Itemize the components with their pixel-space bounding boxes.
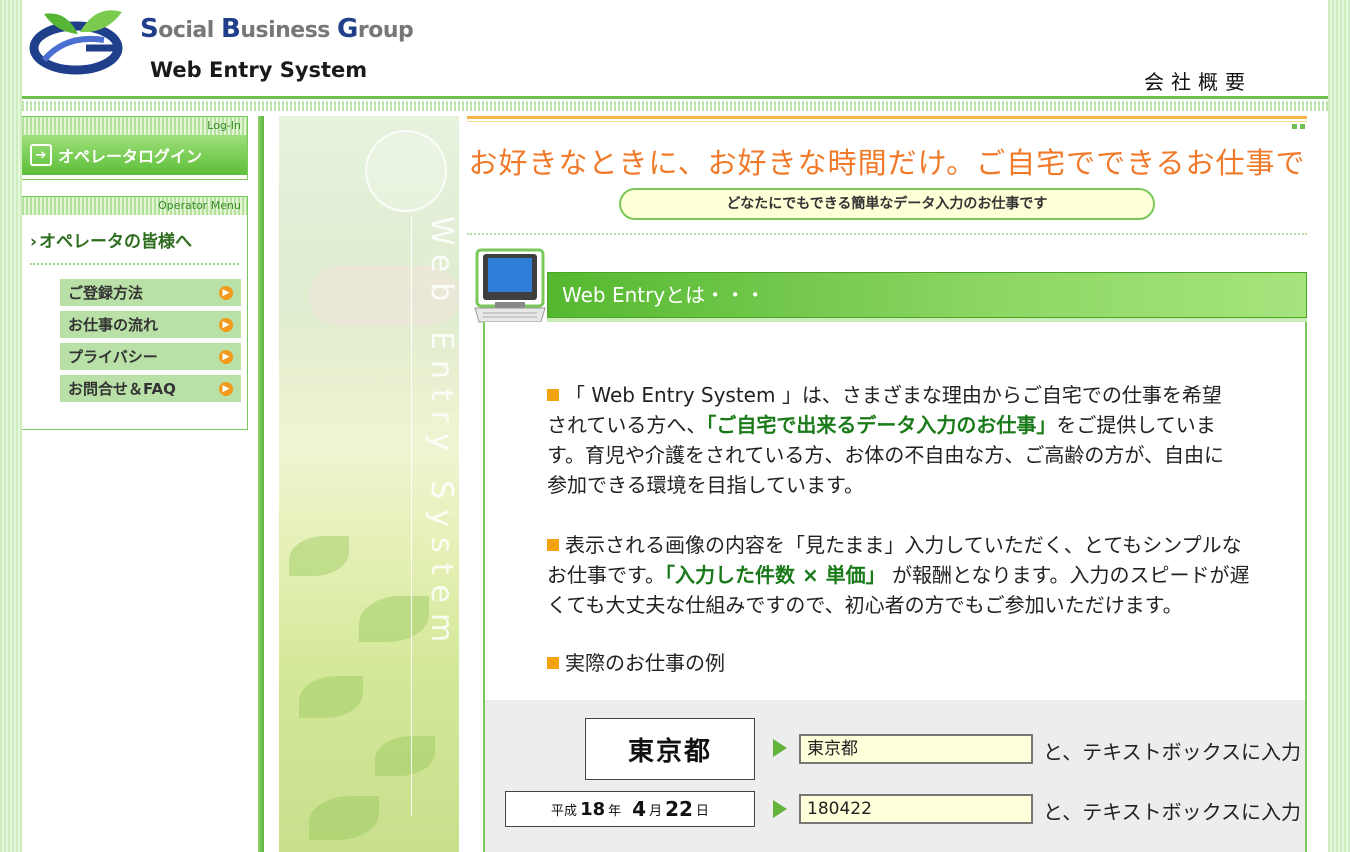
about-card: 「 Web Entry System 」は、さまざまな理由からご自宅での仕事を希… <box>483 322 1307 852</box>
arrow-right-icon: ▶ <box>219 285 233 300</box>
menu-item-workflow[interactable]: お仕事の流れ ▶ <box>60 311 241 338</box>
operator-login-label: オペレータログイン <box>58 147 203 166</box>
page: Social Business Group Web Entry System 会… <box>22 0 1328 852</box>
work-paragraph: 表示される画像の内容を「見たまま」入力していただく、とてもシンプルなお仕事です。… <box>547 533 1250 617</box>
example-image-tokyo: 東京都 <box>585 718 755 780</box>
example-area: 東京都 東京都 と、テキストボックスに入力 平成 18 年 4 月 22 日 1… <box>485 700 1305 852</box>
login-panel-tag: Log-In <box>22 117 247 135</box>
orange-square-bullet-icon <box>547 539 559 551</box>
top-accent-bar <box>467 116 1307 129</box>
example-heading: 実際のお仕事の例 <box>547 648 725 678</box>
sidebar-divider <box>258 116 264 852</box>
site-header: Social Business Group Web Entry System 会… <box>22 0 1328 96</box>
section-title: Web Entryとは・・・ <box>547 272 1307 318</box>
leaf-shape <box>289 536 349 576</box>
login-arrow-icon: ➔ <box>30 144 52 166</box>
orange-square-bullet-icon <box>547 657 559 669</box>
example-image-date: 平成 18 年 4 月 22 日 <box>505 791 755 827</box>
arrow-right-icon <box>773 800 787 818</box>
example-row: 平成 18 年 4 月 22 日 180422 と、テキストボックスに入力 <box>485 788 1305 848</box>
sbg-logo-icon[interactable] <box>26 4 136 76</box>
computer-monitor-icon <box>474 248 546 323</box>
arrow-right-icon: ▶ <box>219 381 233 396</box>
header-divider <box>22 94 1328 114</box>
menu-item-privacy[interactable]: プライバシー ▶ <box>60 343 241 370</box>
arrow-right-icon <box>773 739 787 757</box>
arrow-right-icon: ▶ <box>219 317 233 332</box>
example-row: 東京都 東京都 と、テキストボックスに入力 <box>485 716 1305 780</box>
company-profile-link[interactable]: 会社概要 <box>1144 66 1252 95</box>
leaf-shape <box>309 796 379 840</box>
main-content: お好きなときに、お好きな時間だけ。ご自宅でできるお仕事です どなたにでもできる簡… <box>467 116 1307 852</box>
decorative-circle <box>365 130 447 212</box>
example-instruction: と、テキストボックスに入力 <box>1043 740 1301 764</box>
login-panel: Log-In ➔ オペレータログイン <box>22 116 248 180</box>
orange-square-bullet-icon <box>547 389 559 401</box>
example-text-input[interactable]: 東京都 <box>799 734 1033 764</box>
dotted-divider <box>467 233 1307 235</box>
decorative-rule <box>411 216 412 816</box>
example-instruction: と、テキストボックスに入力 <box>1043 800 1301 824</box>
system-name: Web Entry System <box>150 58 368 82</box>
menu-item-contact-faq[interactable]: お問合せ＆FAQ ▶ <box>60 375 241 402</box>
square-icon <box>1300 124 1305 129</box>
operator-menu-tag: Operator Menu <box>22 197 247 215</box>
operator-menu-title: › オペレータの皆様へ <box>30 232 193 252</box>
section-header: Web Entryとは・・・ <box>467 246 1307 326</box>
leaf-shape <box>299 676 363 718</box>
chevron-right-icon: › <box>30 232 38 252</box>
subtitle-pill: どなたにでもできる簡単なデータ入力のお仕事です <box>619 188 1155 220</box>
leaf-shape <box>375 736 435 776</box>
menu-item-registration[interactable]: ご登録方法 ▶ <box>60 279 241 306</box>
operator-menu-panel: Operator Menu › オペレータの皆様へ ご登録方法 ▶ お仕事の流れ ▶ … <box>22 196 248 430</box>
vertical-watermark: Web Entry System <box>424 216 459 653</box>
dotted-divider <box>30 263 239 265</box>
brand-name: Social Business Group <box>140 14 414 44</box>
square-icon <box>1292 124 1297 129</box>
example-text-input[interactable]: 180422 <box>799 794 1033 824</box>
decorative-photo: Web Entry System <box>279 116 459 852</box>
arrow-right-icon: ▶ <box>219 349 233 364</box>
operator-login-button[interactable]: ➔ オペレータログイン <box>22 135 247 175</box>
intro-paragraph: 「 Web Entry System 」は、さまざまな理由からご自宅での仕事を希… <box>547 383 1224 497</box>
